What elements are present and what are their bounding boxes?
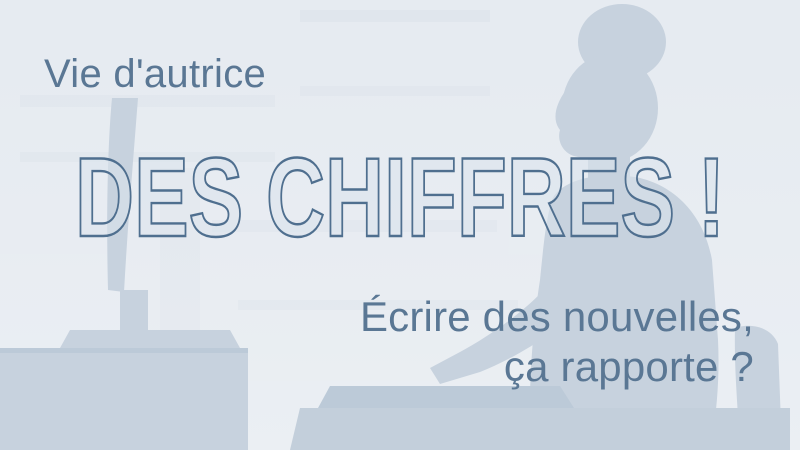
subtitle-line-2: ça rapporte ?: [503, 343, 754, 391]
subtitle: Écrire des nouvelles, ça rapporte ?: [360, 292, 754, 393]
headline: DES CHIFFRES !: [0, 118, 800, 258]
kicker-text: Vie d'autrice: [44, 52, 267, 96]
headline-text: DES CHIFFRES !: [75, 135, 725, 258]
article-banner: Vie d'autrice DES CHIFFRES ! Écrire des …: [0, 0, 800, 450]
headline-outline-text: DES CHIFFRES !: [74, 134, 726, 258]
subtitle-line-1: Écrire des nouvelles,: [359, 293, 754, 340]
